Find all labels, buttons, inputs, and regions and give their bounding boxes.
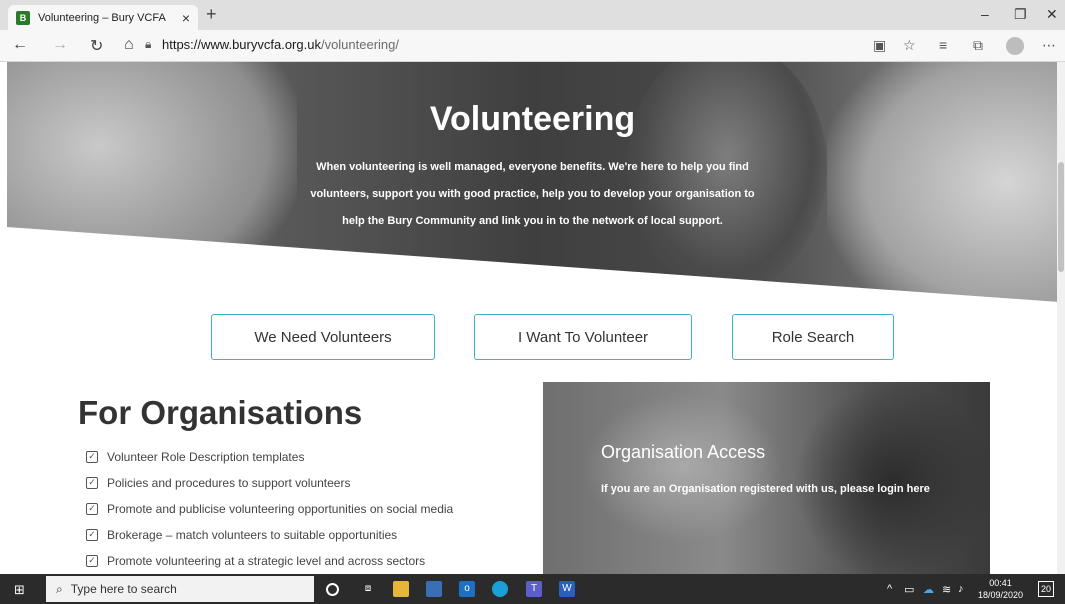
need-volunteers-button[interactable]: We Need Volunteers xyxy=(211,314,435,360)
forward-arrow-icon[interactable]: → xyxy=(52,36,68,54)
organisation-access-panel[interactable]: Organisation Access If you are an Organi… xyxy=(543,382,990,574)
home-icon[interactable]: ⌂ xyxy=(124,36,134,54)
organisations-heading: For Organisations xyxy=(78,394,363,431)
scrollbar-thumb[interactable] xyxy=(1058,162,1064,272)
checkbox-icon: ✓ xyxy=(86,477,98,489)
start-windows-icon[interactable]: ⊞ xyxy=(14,582,25,598)
url-field[interactable]: https://www.buryvcfa.org.uk/volunteering… xyxy=(162,37,399,52)
system-clock[interactable]: 00:41 18/09/2020 xyxy=(978,577,1023,601)
access-photo-left xyxy=(583,392,783,542)
list-item-label: Policies and procedures to support volun… xyxy=(107,476,351,490)
list-item: ✓ Policies and procedures to support volu… xyxy=(86,470,453,496)
close-window-button[interactable]: ✕ xyxy=(1046,6,1058,23)
checkbox-icon: ✓ xyxy=(86,503,98,515)
teams-icon[interactable]: T xyxy=(526,581,542,597)
site-favicon-icon: B xyxy=(16,10,30,25)
list-item: ✓ Volunteer Role Description templates xyxy=(86,444,453,470)
checkbox-icon: ✓ xyxy=(86,555,98,567)
list-item-label: Volunteer Role Description templates xyxy=(107,450,305,464)
onedrive-icon[interactable]: ☁ xyxy=(923,583,934,596)
cortana-icon[interactable] xyxy=(326,583,339,596)
url-path: /volunteering/ xyxy=(320,37,400,52)
list-item-label: Promote volunteering at a strategic leve… xyxy=(107,554,426,568)
address-toolbar: ← → ↻ ⌂ 🔒︎ https://www.buryvcfa.org.uk/v… xyxy=(0,30,1065,62)
show-hidden-icons-icon[interactable]: ^ xyxy=(887,583,892,595)
volume-icon[interactable]: ♪ xyxy=(958,583,964,595)
word-icon[interactable]: W xyxy=(559,581,575,597)
battery-icon[interactable]: ▭ xyxy=(904,583,914,596)
list-item-label: Brokerage – match volunteers to suitable… xyxy=(107,528,398,542)
restore-button[interactable]: ❐ xyxy=(1014,6,1027,23)
role-search-button[interactable]: Role Search xyxy=(732,314,894,360)
organisations-list: ✓ Volunteer Role Description templates ✓ P… xyxy=(86,444,453,574)
want-to-volunteer-button[interactable]: I Want To Volunteer xyxy=(474,314,692,360)
list-item: ✓ Promote volunteering at a strategic lev… xyxy=(86,548,453,574)
outlook-icon[interactable]: o xyxy=(459,581,475,597)
list-item: ✓ Brokerage – match volunteers to suitabl… xyxy=(86,522,453,548)
windows-taskbar: ⊞ ⌕ Type here to search ⧈ o T W ^ ▭ ☁ ≋ … xyxy=(0,574,1065,604)
checkbox-icon: ✓ xyxy=(86,451,98,463)
refresh-icon[interactable]: ↻ xyxy=(90,36,103,56)
lock-icon[interactable]: 🔒︎ xyxy=(145,37,151,52)
clock-date: 18/09/2020 xyxy=(978,590,1024,600)
organisation-login-link[interactable]: If you are an Organisation registered wi… xyxy=(601,477,931,502)
minimize-button[interactable]: – xyxy=(981,6,989,22)
page-scrollbar[interactable] xyxy=(1057,62,1065,574)
collections-icon[interactable]: ⧉ xyxy=(973,37,983,54)
page-title: Volunteering xyxy=(429,100,636,138)
browser-tab-strip: B Volunteering – Bury VCFA × + – ❐ ✕ xyxy=(0,0,1065,30)
list-item: ✓ Promote and publicise volunteering oppo… xyxy=(86,496,453,522)
task-view-icon[interactable]: ⧈ xyxy=(360,581,376,597)
favorite-star-icon[interactable]: ☆ xyxy=(903,37,916,54)
web-page: Volunteering When volunteering is well m… xyxy=(0,62,1065,574)
favorites-list-icon[interactable]: ≡ xyxy=(939,37,947,53)
back-arrow-icon[interactable]: ← xyxy=(12,36,28,54)
more-menu-icon[interactable]: ⋯ xyxy=(1042,37,1056,54)
search-placeholder: Type here to search xyxy=(70,582,177,596)
list-item-label: Promote and publicise volunteering oppor… xyxy=(107,502,454,516)
file-explorer-icon[interactable] xyxy=(393,581,409,597)
reading-view-icon[interactable]: ▣ xyxy=(873,37,886,54)
tab-close-icon[interactable]: × xyxy=(182,10,190,26)
clock-time: 00:41 xyxy=(989,578,1012,588)
edge-browser-icon[interactable] xyxy=(492,581,508,597)
profile-avatar[interactable] xyxy=(1006,37,1024,55)
url-host: https://www.buryvcfa.org.uk xyxy=(162,37,321,52)
notifications-icon[interactable]: 20 xyxy=(1038,581,1054,597)
checkbox-icon: ✓ xyxy=(86,529,98,541)
browser-tab[interactable]: B Volunteering – Bury VCFA × xyxy=(8,5,198,30)
taskbar-search-input[interactable]: ⌕ Type here to search xyxy=(46,576,314,602)
search-icon: ⌕ xyxy=(56,581,63,596)
organisation-access-heading: Organisation Access xyxy=(601,442,766,462)
store-icon[interactable] xyxy=(426,581,442,597)
tab-title: Volunteering – Bury VCFA xyxy=(38,11,166,24)
wifi-icon[interactable]: ≋ xyxy=(942,583,951,596)
hero-description: When volunteering is well managed, every… xyxy=(310,161,755,227)
new-tab-button[interactable]: + xyxy=(206,4,217,25)
